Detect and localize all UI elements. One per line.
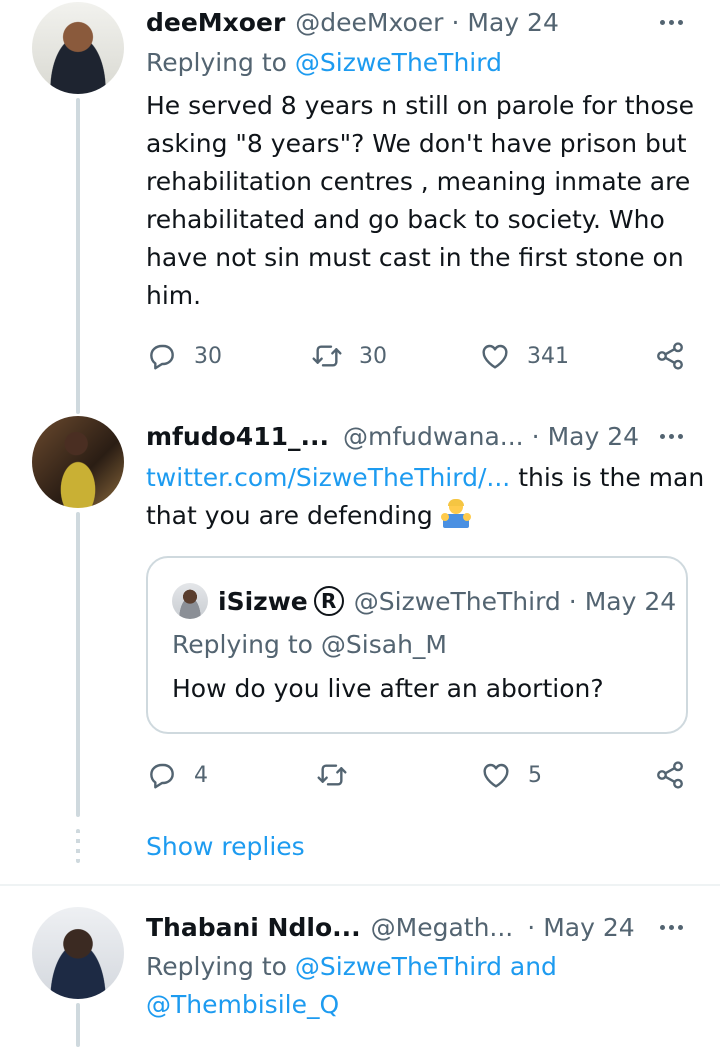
retweet-count: 30 <box>359 343 387 369</box>
display-name[interactable]: deeMxoer <box>146 8 285 37</box>
more-icon[interactable] <box>656 912 686 942</box>
separator: · <box>531 421 540 451</box>
divider <box>0 884 720 886</box>
mention-link[interactable]: @Thembisile_Q <box>146 990 339 1019</box>
more-icon[interactable] <box>656 7 686 37</box>
mention-link[interactable]: @SizweTheThird <box>295 48 502 77</box>
tweet-actions: 30 30 341 <box>146 336 691 376</box>
like-count: 341 <box>527 343 569 369</box>
user-handle[interactable]: @deeMxoer <box>295 8 443 37</box>
tweet-link[interactable]: twitter.com/SizweTheThird/... <box>146 463 510 492</box>
like-button[interactable]: 341 <box>479 336 569 376</box>
quoted-tweet-text: How do you live after an abortion? <box>172 674 604 703</box>
tweet-thread: deeMxoer @deeMxoer · May 24 Replying to … <box>0 0 720 1047</box>
tweet-header: Thabani Ndlo... @Megath... · May 24 <box>146 910 635 944</box>
display-name: iSizwe <box>218 586 308 616</box>
tweet-actions: 4 5 <box>146 755 691 795</box>
replying-to: Replying to @SizweTheThird <box>146 48 502 77</box>
retweet-button[interactable]: 30 <box>311 336 387 376</box>
display-name[interactable]: Thabani Ndlo... <box>146 913 361 942</box>
retweet-icon <box>317 764 347 786</box>
separator: · <box>568 586 577 616</box>
tweet-header: deeMxoer @deeMxoer · May 24 <box>146 5 559 39</box>
reply-button[interactable]: 4 <box>146 755 208 795</box>
replying-to: Replying to @SizweTheThird and <box>146 952 557 981</box>
reply-count: 4 <box>194 762 208 788</box>
display-name[interactable]: mfudo411_... <box>146 422 329 451</box>
avatar[interactable] <box>32 907 124 999</box>
tweet-date[interactable]: May 24 <box>467 8 558 37</box>
mention: @Sisah_M <box>320 630 447 659</box>
tweet-date: May 24 <box>584 586 677 616</box>
avatar[interactable] <box>32 416 124 508</box>
heart-icon <box>482 344 508 369</box>
like-button[interactable]: 5 <box>480 755 542 795</box>
separator: · <box>451 7 460 37</box>
user-handle: @SizweTheThird <box>353 586 561 616</box>
like-count: 5 <box>528 762 542 788</box>
heart-icon <box>483 763 509 788</box>
thread-connector <box>76 98 80 414</box>
quoted-tweet-header: iSizwe R @SizweTheThird · May 24 <box>218 584 676 618</box>
thread-dots <box>76 829 80 863</box>
thread-connector <box>76 1003 80 1047</box>
tweet-header: mfudo411_... @mfudwana... · May 24 <box>146 419 639 453</box>
avatar <box>172 583 208 619</box>
reply-count: 30 <box>194 343 222 369</box>
separator: · <box>527 912 536 942</box>
mention-link[interactable]: @SizweTheThird and <box>295 952 557 981</box>
replying-to: Replying to @Sisah_M <box>172 630 447 659</box>
retweet-icon <box>312 345 342 367</box>
show-replies-link[interactable]: Show replies <box>146 832 305 861</box>
reply-button[interactable]: 30 <box>146 336 222 376</box>
man-shrugging-emoji <box>440 499 471 529</box>
more-icon[interactable] <box>656 421 686 451</box>
share-icon <box>657 761 683 789</box>
tweet-text: He served 8 years n still on parole for … <box>146 91 695 310</box>
replying-to-continued: @Thembisile_Q <box>146 990 339 1019</box>
replying-prefix: Replying to <box>172 630 313 659</box>
retweet-button[interactable] <box>316 755 364 795</box>
tweet-text: twitter.com/SizweTheThird/... this is th… <box>146 459 706 535</box>
user-handle[interactable]: @mfudwana... <box>343 422 524 451</box>
badge-icon: R <box>313 586 344 616</box>
share-button[interactable] <box>654 336 686 376</box>
thread-connector <box>76 512 80 817</box>
tweet-date[interactable]: May 24 <box>543 913 634 942</box>
user-handle[interactable]: @Megath... <box>371 913 514 942</box>
share-icon <box>657 342 683 370</box>
reply-icon <box>150 763 174 789</box>
reply-icon <box>150 344 174 370</box>
tweet-date[interactable]: May 24 <box>548 422 639 451</box>
quoted-tweet[interactable]: iSizwe R @SizweTheThird · May 24 Replyin… <box>146 556 688 734</box>
replying-prefix: Replying to <box>146 48 287 77</box>
share-button[interactable] <box>654 755 686 795</box>
avatar[interactable] <box>32 2 124 94</box>
replying-prefix: Replying to <box>146 952 287 981</box>
